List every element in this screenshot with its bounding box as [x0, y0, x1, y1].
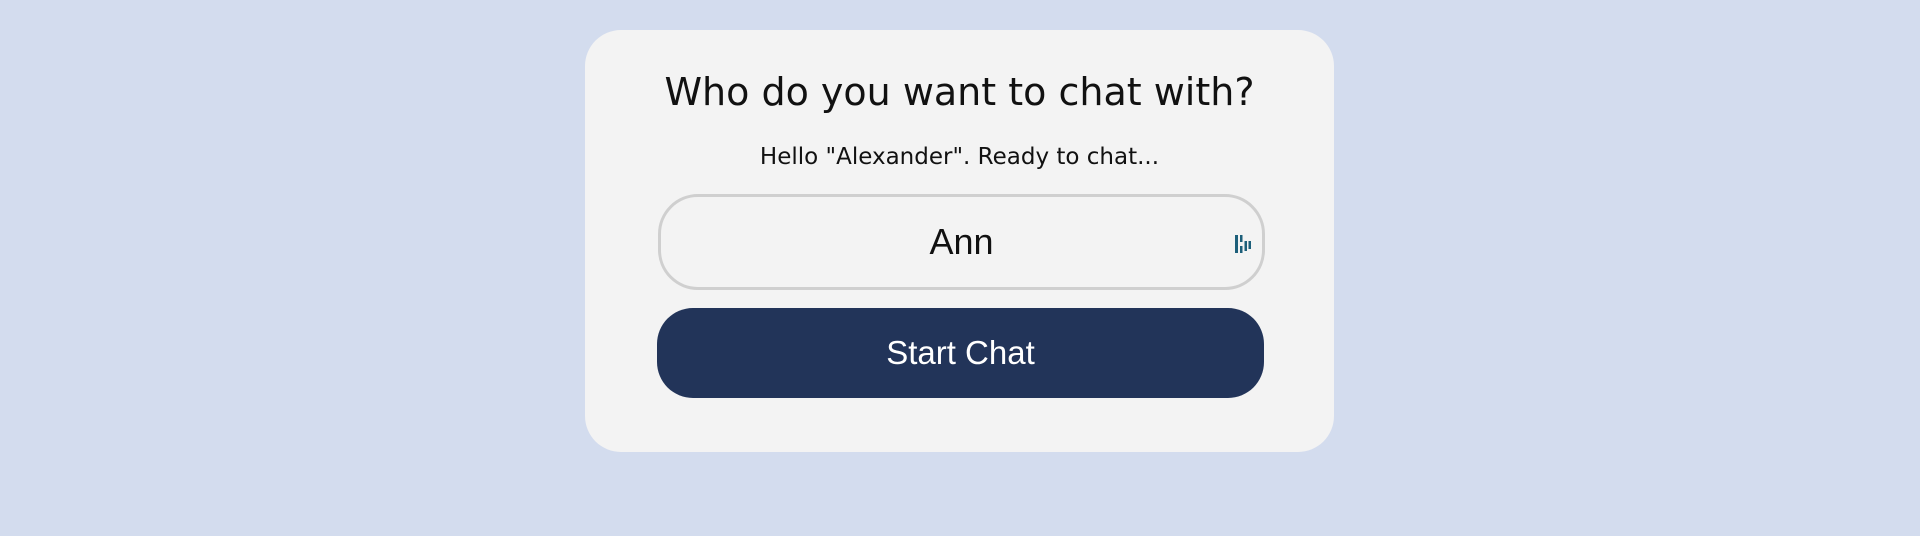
start-chat-button[interactable]: Start Chat	[657, 308, 1264, 398]
dialog-title: Who do you want to chat with?	[664, 70, 1255, 114]
recipient-field[interactable]	[658, 194, 1265, 290]
password-manager-icon[interactable]	[1234, 233, 1252, 255]
greeting-text: Hello "Alexander". Ready to chat...	[759, 144, 1160, 170]
recipient-input[interactable]	[661, 197, 1262, 287]
chat-start-card: Who do you want to chat with? Hello "Ale…	[585, 30, 1334, 452]
